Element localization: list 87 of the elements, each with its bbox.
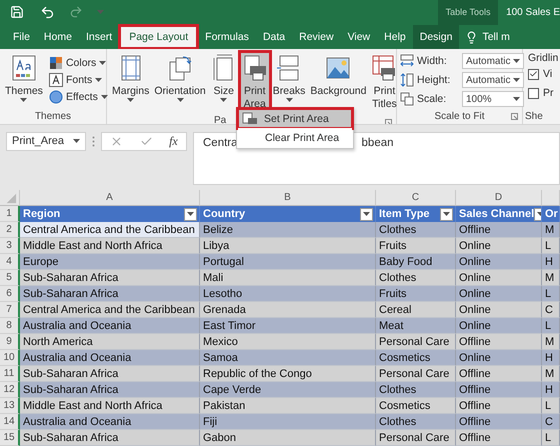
table-cell: Online bbox=[456, 238, 542, 254]
table-cell: L bbox=[542, 318, 560, 334]
table-cell: Personal Care bbox=[376, 430, 456, 446]
table-cell: C bbox=[542, 414, 560, 430]
table-cell: East Timor bbox=[200, 318, 376, 334]
table-cell: Belize bbox=[200, 222, 376, 238]
table-cell: M bbox=[542, 270, 560, 286]
group-label: Scale to Fit bbox=[434, 110, 485, 122]
table-cell: Middle East and North Africa bbox=[20, 238, 200, 254]
field-label: Width: bbox=[417, 55, 448, 68]
table-cell: H bbox=[542, 350, 560, 366]
table-cell: Cape Verde bbox=[200, 382, 376, 398]
group-label: She bbox=[525, 110, 543, 122]
table-cell: Meat bbox=[376, 318, 456, 334]
table-cell: North America bbox=[20, 334, 200, 350]
group-label: Pa bbox=[214, 114, 226, 124]
table-header-cell: Sales Channel bbox=[456, 206, 542, 222]
table-cell: Libya bbox=[200, 238, 376, 254]
table-cell: Fruits bbox=[376, 286, 456, 302]
table-cell: Sub-Saharan Africa bbox=[20, 286, 200, 302]
table-cell: Sub-Saharan Africa bbox=[20, 366, 200, 382]
table-cell: Sub-Saharan Africa bbox=[20, 382, 200, 398]
table-cell: Personal Care bbox=[376, 366, 456, 382]
table-cell: Central America and the Caribbean bbox=[20, 302, 200, 318]
table-cell: Offline bbox=[456, 334, 542, 350]
table-cell: Clothes bbox=[376, 270, 456, 286]
table-cell: Online bbox=[456, 286, 542, 302]
table-cell: Fiji bbox=[200, 414, 376, 430]
table-header-cell: Region bbox=[20, 206, 200, 222]
table-cell: Online bbox=[456, 302, 542, 318]
table-cell: M bbox=[542, 366, 560, 382]
table-cell: L bbox=[542, 286, 560, 302]
table-cell: Offline bbox=[456, 382, 542, 398]
table-cell: Pakistan bbox=[200, 398, 376, 414]
table-cell: Samoa bbox=[200, 350, 376, 366]
table-cell: Cosmetics bbox=[376, 398, 456, 414]
table-cell: Australia and Oceania bbox=[20, 350, 200, 366]
group-heading: Gridlin bbox=[528, 52, 558, 64]
table-cell: Clothes bbox=[376, 414, 456, 430]
table-cell: Baby Food bbox=[376, 254, 456, 270]
table-cell: Europe bbox=[20, 254, 200, 270]
table-cell: H bbox=[542, 254, 560, 270]
table-cell: Online bbox=[456, 350, 542, 366]
table-cell: Offline bbox=[456, 366, 542, 382]
table-cell: Online bbox=[456, 318, 542, 334]
field-label: Scale: bbox=[417, 93, 448, 106]
table-cell: Offline bbox=[456, 222, 542, 238]
table-cell: Portugal bbox=[200, 254, 376, 270]
table-cell: Middle East and North Africa bbox=[20, 398, 200, 414]
table-cell: L bbox=[542, 430, 560, 446]
table-cell: Cereal bbox=[376, 302, 456, 318]
table-cell: Australia and Oceania bbox=[20, 318, 200, 334]
table-cell: Grenada bbox=[200, 302, 376, 318]
table-header-cell: Country bbox=[200, 206, 376, 222]
table-cell: C bbox=[542, 302, 560, 318]
table-cell: Sub-Saharan Africa bbox=[20, 430, 200, 446]
table-cell: Offline bbox=[456, 398, 542, 414]
checkbox-label: Vi bbox=[543, 68, 552, 80]
table-cell: Gabon bbox=[200, 430, 376, 446]
context-tab-label: Table Tools bbox=[438, 0, 498, 25]
table-header-cell: Item Type bbox=[376, 206, 456, 222]
table-cell: Offline bbox=[456, 414, 542, 430]
checkbox-label: Pr bbox=[543, 87, 554, 100]
table-cell: Lesotho bbox=[200, 286, 376, 302]
table-cell: L bbox=[542, 238, 560, 254]
table-cell: Online bbox=[456, 270, 542, 286]
group-label: Themes bbox=[34, 110, 72, 122]
table-cell: H bbox=[542, 382, 560, 398]
table-cell: Offline bbox=[456, 430, 542, 446]
table-header-cell: Or bbox=[542, 206, 560, 222]
field-label: Height: bbox=[417, 74, 452, 86]
window-title: 100 Sales E bbox=[505, 6, 560, 20]
table-cell: Cosmetics bbox=[376, 350, 456, 366]
table-cell: Australia and Oceania bbox=[20, 414, 200, 430]
table-cell: Clothes bbox=[376, 382, 456, 398]
table-cell: M bbox=[542, 222, 560, 238]
table-cell: L bbox=[542, 398, 560, 414]
table-cell: Clothes bbox=[376, 222, 456, 238]
table-cell: Personal Care bbox=[376, 334, 456, 350]
table-cell: Mexico bbox=[200, 334, 376, 350]
table-cell: Republic of the Congo bbox=[200, 366, 376, 382]
table-cell: M bbox=[542, 334, 560, 350]
table-cell: Fruits bbox=[376, 238, 456, 254]
table-cell: Central America and the Caribbean bbox=[20, 222, 200, 238]
table-cell: Sub-Saharan Africa bbox=[20, 270, 200, 286]
table-cell: Mali bbox=[200, 270, 376, 286]
table-cell: Online bbox=[456, 254, 542, 270]
